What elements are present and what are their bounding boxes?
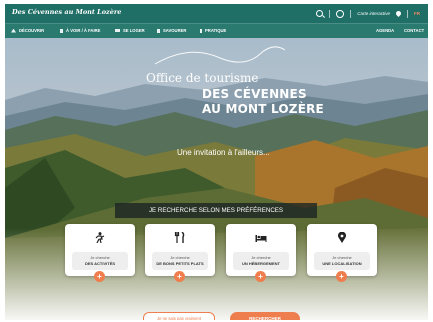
nav-item-savourer[interactable]: SAVOURER (157, 28, 186, 33)
nav-label: AGENDA (376, 28, 395, 33)
plus-button[interactable]: + (255, 271, 266, 282)
nav-label: DÉCOUVRIR (19, 28, 45, 33)
nav-item-se-loger[interactable]: SE LOGER (115, 28, 145, 33)
card-hebergement[interactable]: Je cherche UN HÉBERGEMENT + (226, 224, 296, 282)
hiker-icon (95, 232, 105, 243)
browser-viewport: Des Cévennes au Mont Lozère Carte intera… (5, 4, 428, 320)
location-pin-icon (338, 232, 346, 243)
card-subtitle: Je cherche (90, 255, 110, 260)
plus-button[interactable]: + (174, 271, 185, 282)
nav-item-decouvrir[interactable]: DÉCOUVRIR (11, 28, 44, 33)
card-title: DE BONS PETITS PLATS (156, 261, 204, 266)
card-subtitle: Je cherche (251, 255, 271, 260)
hero-title-line2: DES CÉVENNES (202, 87, 307, 101)
nav-label: SAVOURER (163, 28, 187, 33)
card-localisation[interactable]: Je cherche UNE LOCALISATION + (307, 224, 377, 282)
top-bar: Des Cévennes au Mont Lozère Carte intera… (5, 4, 428, 23)
search-icon[interactable] (316, 10, 324, 17)
bed-icon (255, 235, 267, 242)
hero-tagline: Une invitation à l'ailleurs... (177, 148, 270, 157)
nav-label: SE LOGER (123, 28, 145, 33)
divider (407, 9, 408, 18)
hero-title-office: Office de tourisme (146, 71, 259, 85)
location-pin-icon[interactable] (394, 9, 403, 18)
accessibility-icon[interactable] (336, 9, 345, 18)
site-logo[interactable]: Des Cévennes au Mont Lozère (12, 8, 121, 16)
card-title: DES ACTIVITÉS (84, 261, 116, 266)
plus-button[interactable]: + (336, 271, 347, 282)
card-title: UNE LOCALISATION (322, 261, 362, 266)
top-utilities: Carte interactive FR (316, 7, 420, 20)
card-petits-plats[interactable]: Je cherche DE BONS PETITS PLATS + (145, 224, 215, 282)
nav-label: À VOIR / À FAIRE (66, 28, 101, 33)
plus-button[interactable]: + (94, 271, 105, 282)
nav-item-pratique[interactable]: PRATIQUE (200, 28, 226, 33)
card-activites[interactable]: Je cherche DES ACTIVITÉS + (65, 224, 135, 282)
nav-item-agenda[interactable]: AGENDA (376, 28, 394, 33)
divider (329, 9, 331, 18)
info-icon (200, 28, 202, 33)
mountain-icon (11, 28, 16, 33)
main-navigation: DÉCOUVRIR À VOIR / À FAIRE SE LOGER SAVO… (5, 23, 428, 39)
interactive-map-link[interactable]: Carte interactive (357, 11, 390, 16)
divider (350, 9, 352, 18)
bed-icon (115, 29, 120, 32)
search-button[interactable]: RECHERCHER (230, 312, 300, 320)
nav-label: CONTACT (404, 28, 425, 33)
nav-label: PRATIQUE (205, 28, 227, 33)
nav-item-contact[interactable]: CONTACT (404, 28, 424, 33)
preferences-banner: JE RECHERCHE SELON MES PRÉFÉRENCES (115, 203, 317, 218)
card-title: UN HÉBERGEMENT (241, 261, 280, 266)
hero-section: Office de tourisme DES CÉVENNES AU MONT … (5, 38, 428, 320)
card-subtitle: Je cherche (170, 255, 190, 260)
cutlery-icon (157, 28, 160, 33)
card-subtitle: Je cherche (332, 255, 352, 260)
language-selector[interactable]: FR (414, 11, 420, 16)
hiker-icon (60, 28, 63, 33)
reset-button[interactable]: Je ne sais pas vraiment (143, 312, 215, 320)
cutlery-icon (174, 232, 185, 243)
hero-title-line3: AU MONT LOZÈRE (202, 102, 324, 116)
nav-item-a-voir[interactable]: À VOIR / À FAIRE (60, 28, 100, 33)
